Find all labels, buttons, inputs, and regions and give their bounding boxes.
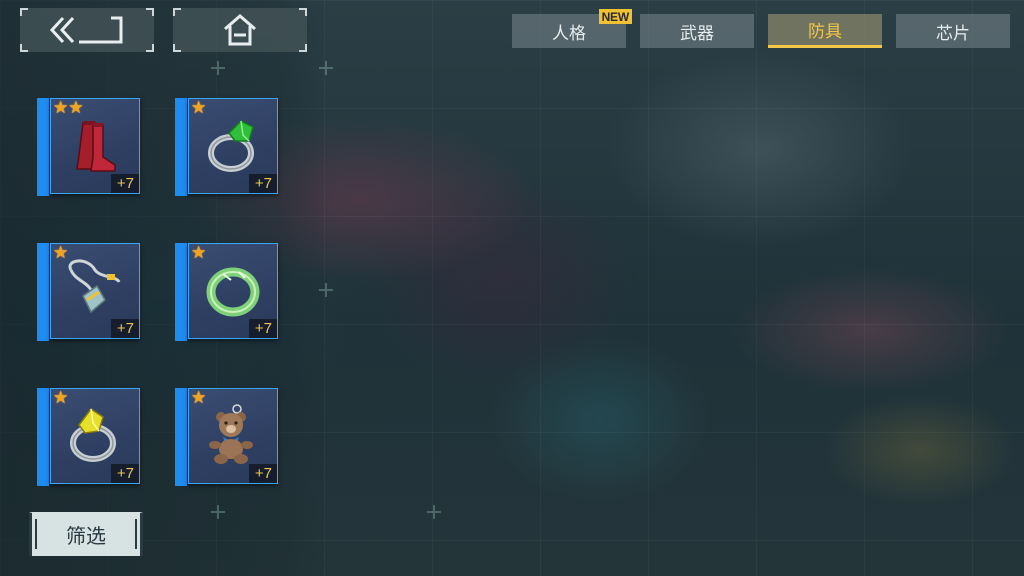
enhance-level: +7	[248, 174, 277, 193]
rarity-stars: ★ ★	[53, 100, 84, 117]
item-teddy-bear[interactable]: ★ +7	[175, 388, 279, 486]
star-icon: ★	[53, 98, 69, 118]
back-arrow-icon	[49, 16, 123, 44]
item-rarity-strip	[37, 98, 49, 196]
item-pendant-necklace[interactable]: ★ +7	[37, 243, 141, 341]
tab-label: 武器	[680, 23, 714, 44]
item-green-band-ring[interactable]: ★ +7	[175, 243, 279, 341]
ring-icon	[70, 407, 116, 462]
boots-icon	[76, 121, 116, 172]
item-card: ★ +7	[188, 243, 278, 339]
home-icon	[224, 14, 256, 46]
star-icon: ★	[53, 388, 69, 408]
item-rarity-strip	[37, 243, 49, 341]
crosshair-marker	[319, 283, 333, 297]
item-red-boots[interactable]: ★ ★ +7	[37, 98, 141, 196]
star-icon: ★	[191, 98, 207, 118]
rarity-stars: ★	[191, 245, 206, 262]
band-ring-icon	[206, 267, 260, 317]
ring-icon	[208, 120, 254, 172]
rarity-stars: ★	[191, 390, 206, 407]
rarity-stars: ★	[191, 100, 206, 117]
item-rarity-strip	[175, 98, 187, 196]
star-icon: ★	[191, 388, 207, 408]
crosshair-marker	[211, 505, 225, 519]
back-button[interactable]	[20, 8, 154, 52]
star-icon: ★	[53, 243, 69, 263]
item-yellow-gem-ring[interactable]: ★ +7	[37, 388, 141, 486]
enhance-level: +7	[248, 319, 277, 338]
tab-chips[interactable]: 芯片	[896, 14, 1010, 48]
crosshair-marker	[427, 505, 441, 519]
item-green-gem-ring[interactable]: ★ +7	[175, 98, 279, 196]
teddy-bear-icon	[209, 404, 253, 464]
enhance-level: +7	[110, 464, 139, 483]
tab-armor[interactable]: 防具	[768, 14, 882, 48]
item-rarity-strip	[175, 388, 187, 486]
home-button[interactable]	[173, 8, 307, 52]
item-rarity-strip	[175, 243, 187, 341]
tab-label: 防具	[808, 22, 842, 42]
tab-label: 人格	[552, 23, 586, 44]
item-card: ★ +7	[50, 243, 140, 339]
item-card: ★ +7	[50, 388, 140, 484]
star-icon: ★	[191, 243, 207, 263]
necklace-icon	[68, 259, 121, 314]
tab-label: 芯片	[936, 23, 970, 44]
item-card: ★ ★ +7	[50, 98, 140, 194]
item-card: ★ +7	[188, 98, 278, 194]
filter-label: 筛选	[66, 524, 106, 548]
enhance-level: +7	[110, 319, 139, 338]
enhance-level: +7	[110, 174, 139, 193]
new-badge: NEW	[598, 9, 632, 24]
item-rarity-strip	[37, 388, 49, 486]
tab-weapons[interactable]: 武器	[640, 14, 754, 48]
crosshair-marker	[319, 61, 333, 75]
crosshair-marker	[211, 61, 225, 75]
rarity-stars: ★	[53, 390, 68, 407]
rarity-stars: ★	[53, 245, 68, 262]
category-tabs: 人格 NEW 武器 防具 芯片	[512, 9, 1010, 48]
item-card: ★ +7	[188, 388, 278, 484]
enhance-level: +7	[248, 464, 277, 483]
filter-button[interactable]: 筛选	[29, 512, 143, 556]
tab-personality[interactable]: 人格 NEW	[512, 9, 632, 48]
star-icon: ★	[68, 98, 84, 118]
